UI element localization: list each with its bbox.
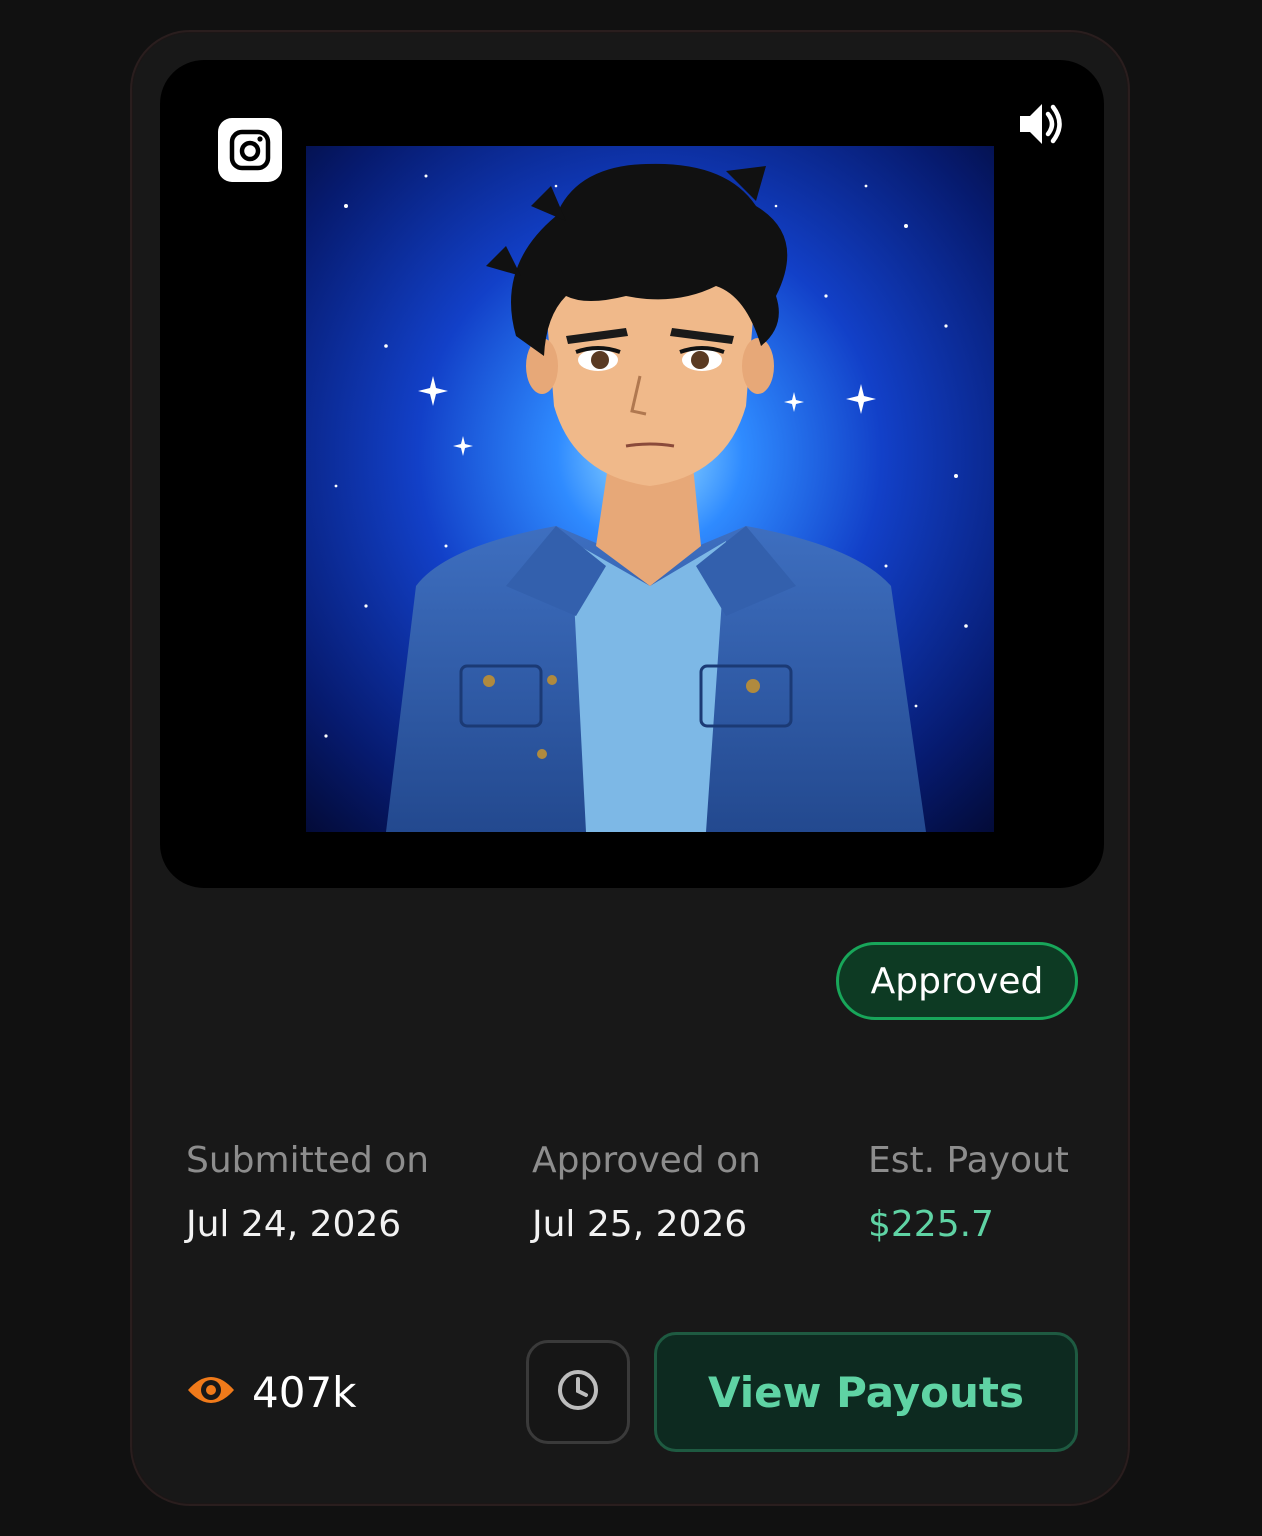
submission-card: Approved Submitted on Jul 24, 2026 Appro… [130, 30, 1130, 1506]
status-badge: Approved [836, 942, 1078, 1020]
submitted-label: Submitted on [186, 1140, 430, 1181]
approved-label: Approved on [532, 1140, 761, 1181]
view-payouts-button[interactable]: View Payouts [654, 1332, 1078, 1452]
instagram-icon [218, 118, 282, 182]
clock-icon [556, 1368, 600, 1416]
history-button[interactable] [526, 1340, 630, 1444]
speaker-volume-icon[interactable] [1016, 98, 1066, 150]
submitted-date: Jul 24, 2026 [186, 1204, 402, 1245]
views-stat: 407k [186, 1364, 357, 1420]
approved-date: Jul 25, 2026 [532, 1204, 748, 1245]
video-thumbnail[interactable] [306, 146, 994, 832]
media-preview[interactable] [160, 60, 1104, 888]
eye-icon [186, 1370, 236, 1414]
views-count: 407k [252, 1367, 357, 1417]
est-payout-value: $225.7 [868, 1204, 994, 1245]
est-payout-label: Est. Payout [868, 1140, 1069, 1181]
